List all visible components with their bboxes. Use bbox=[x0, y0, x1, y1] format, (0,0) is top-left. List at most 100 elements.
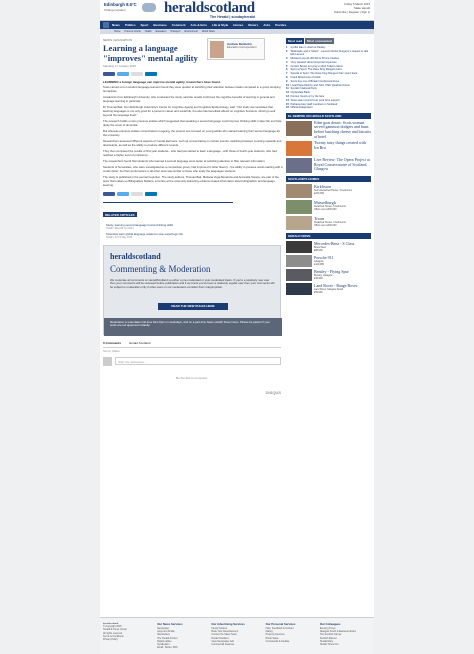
comments-sort[interactable]: Sort by Oldest bbox=[103, 350, 281, 353]
property-thumbnail[interactable] bbox=[286, 200, 312, 215]
author-box[interactable]: Andrew Denholm Education Correspondent bbox=[207, 38, 265, 60]
most-read-list: 1 Cyclist dies in crash at Paisley 2 "Milli… bbox=[286, 46, 371, 110]
article-paragraph: Dr Thomas Bak, from Edinburgh University… bbox=[103, 105, 276, 117]
moderation-title: Commenting & Moderation bbox=[110, 263, 211, 274]
subnav-item[interactable]: Health bbox=[145, 30, 152, 33]
article-paragraph: They then compared the results of first-… bbox=[103, 149, 277, 157]
related-item[interactable]: Study: learning second language boosts t… bbox=[103, 223, 233, 230]
subnav-item[interactable]: Environment bbox=[184, 30, 197, 33]
footer-link[interactable]: Privacy Policy bbox=[103, 638, 154, 641]
cloud-icon bbox=[142, 3, 156, 12]
nav-item-business[interactable]: Business bbox=[153, 23, 166, 27]
promo-title[interactable]: Twenty tasty things created with Irn Bru bbox=[314, 140, 371, 150]
footer-link[interactable]: Email, Twitter, RSS bbox=[157, 646, 208, 649]
car-item[interactable]: Bentley - Flying Spur Bentley, Glasgow £… bbox=[286, 269, 371, 282]
nav-item-jobs[interactable]: Jobs bbox=[263, 23, 270, 27]
property-thumbnail[interactable] bbox=[286, 216, 312, 231]
car-item[interactable]: Porsche 911 Glasgow £129,995 bbox=[286, 255, 371, 268]
nav-item-motors[interactable]: Motors bbox=[248, 23, 258, 27]
property-thumbnail[interactable] bbox=[286, 184, 312, 199]
twitter-share-button[interactable] bbox=[117, 72, 129, 76]
moderation-note: Moderation is undertaken full-time 9am-6… bbox=[104, 317, 282, 336]
footer-link[interactable]: Herald Times Out bbox=[320, 643, 371, 646]
linkedin-share-button[interactable] bbox=[145, 72, 157, 76]
property-item[interactable]: Kirkliston Semi-Detached House, 3 bedroo… bbox=[286, 184, 371, 199]
promo-item[interactable]: Eden goat desert: Scots woman served gam… bbox=[286, 120, 371, 139]
nav-item-puzzles[interactable]: Puzzles bbox=[275, 23, 286, 27]
nav-item-life[interactable]: Life & Style bbox=[212, 23, 228, 27]
property-item[interactable]: Troon Detached House, 4 bedrooms Offers … bbox=[286, 216, 371, 231]
promo-item[interactable]: Twenty tasty things created with Irn Bru bbox=[286, 140, 371, 157]
article-paragraph: Researchers assessed different aspects o… bbox=[103, 139, 282, 147]
subnav-item[interactable]: Crime & Courts bbox=[124, 30, 140, 33]
promo-thumbnail[interactable] bbox=[286, 141, 312, 157]
promo-item[interactable]: Live Review: The Opera Project at Royal … bbox=[286, 157, 371, 174]
nav-item-comment[interactable]: Comment bbox=[172, 23, 186, 27]
nav-item-news[interactable]: News bbox=[112, 23, 120, 27]
facebook-share-button[interactable] bbox=[103, 191, 115, 196]
site-wrapper: Edinburgh 8.6°C Change location heraldsc… bbox=[100, 0, 374, 654]
comment-input[interactable]: Start the discussion... bbox=[115, 357, 281, 366]
comments-count-tab[interactable]: 0 Comments bbox=[103, 341, 121, 345]
most-tabs: Most read Most commented bbox=[286, 38, 371, 44]
twitter-share-button[interactable] bbox=[117, 191, 129, 196]
car-thumbnail[interactable] bbox=[286, 283, 312, 296]
read-rules-button[interactable]: READ THE NEW RULES HERE bbox=[158, 302, 228, 310]
account-links[interactable]: Subscribe | Register | Sign in bbox=[334, 10, 370, 14]
tab-most-commented[interactable]: Most commented bbox=[305, 38, 334, 44]
related-item[interactable]: Scientists warn global language related … bbox=[103, 232, 233, 239]
logo-text: heraldscotland bbox=[164, 0, 255, 16]
subnav-item[interactable]: Home bbox=[114, 30, 120, 33]
email-share-button[interactable] bbox=[131, 191, 143, 196]
disqus-logo[interactable]: DISQUS bbox=[103, 390, 281, 395]
nav-item-sport[interactable]: Sport bbox=[141, 23, 149, 27]
most-read-item[interactable]: 16 Official Dataprotect bbox=[286, 106, 371, 109]
car-price: £49,990 bbox=[314, 277, 323, 281]
el-sempre-heading: EL SEMPRE ON HERALD SCOTLAND bbox=[286, 112, 371, 119]
share-bar-bottom bbox=[103, 191, 283, 196]
related-item-meta: Health | Wed 08 Jun 2014 bbox=[106, 226, 134, 230]
property-item[interactable]: Musselburgh Detached House, 5 bedrooms O… bbox=[286, 200, 371, 215]
promo-thumbnail[interactable] bbox=[286, 120, 312, 136]
nav-item-homes[interactable]: Homes bbox=[233, 23, 243, 27]
promo-title[interactable]: Eden goat desert: Scots woman served gam… bbox=[314, 120, 371, 139]
footer-link[interactable]: Commercial Features bbox=[211, 643, 262, 646]
car-thumbnail[interactable] bbox=[286, 241, 312, 254]
comments-empty: Be the first to comment. bbox=[176, 375, 208, 380]
nav-item-politics[interactable]: Politics bbox=[125, 23, 136, 27]
article-headline: Learning a language "improves" mental ag… bbox=[103, 43, 198, 63]
car-item[interactable]: Land Rover - Range Rover Land Rover Glas… bbox=[286, 283, 371, 296]
home-icon[interactable] bbox=[103, 22, 109, 28]
tab-most-read[interactable]: Most read bbox=[286, 38, 305, 44]
nav-item-arts[interactable]: Arts & Ents bbox=[191, 23, 207, 27]
car-thumbnail[interactable] bbox=[286, 255, 312, 268]
moderation-logo: heraldscotland bbox=[110, 251, 161, 261]
footer-link[interactable]: Crosswords & Sudoku bbox=[266, 640, 317, 643]
subnav-item[interactable]: Education bbox=[156, 30, 167, 33]
most-read-rank: 2 bbox=[286, 49, 288, 53]
most-read-title[interactable]: "Millionaire and a Yellow" - Lamont bloc… bbox=[290, 50, 371, 57]
article-paragraph: The study is published in the journal Co… bbox=[103, 175, 279, 187]
promo-title[interactable]: Live Review: The Opera Project at Royal … bbox=[314, 157, 371, 172]
most-read-item[interactable]: 2 "Millionaire and a Yellow" - Lamont blo… bbox=[286, 50, 371, 57]
subnav-item[interactable]: World News bbox=[202, 30, 215, 33]
related-articles: RELATED ARTICLES Study: learning second … bbox=[103, 201, 233, 239]
car-price: £85,000 bbox=[314, 249, 323, 253]
article-paragraph: But whereas previous studies concentrate… bbox=[103, 129, 280, 137]
car-item[interactable]: Mercedes-Benz - S Class Brand New £85,00… bbox=[286, 241, 371, 254]
main-nav: News Politics Sport Business Comment Art… bbox=[100, 21, 374, 29]
car-thumbnail[interactable] bbox=[286, 269, 312, 282]
subnav-item[interactable]: Transport bbox=[170, 30, 180, 33]
property-price: Offers over £400,000 bbox=[314, 224, 337, 228]
site-logo[interactable]: heraldscotland The Herald | sundayherald bbox=[164, 0, 255, 19]
most-read-title[interactable]: Official Dataprotect bbox=[291, 106, 313, 109]
change-location-link[interactable]: Change location bbox=[104, 8, 137, 12]
promo-thumbnail[interactable] bbox=[286, 158, 312, 174]
car-price: £129,995 bbox=[314, 263, 324, 267]
linkedin-share-button[interactable] bbox=[145, 191, 157, 196]
content-area: NEWS | EDUCATION Learning a language "im… bbox=[100, 34, 374, 654]
author-role: Education Correspondent bbox=[227, 46, 257, 49]
facebook-share-button[interactable] bbox=[103, 72, 115, 76]
comments-site-tab[interactable]: Herald Scotland bbox=[129, 341, 150, 345]
email-share-button[interactable] bbox=[131, 72, 143, 76]
